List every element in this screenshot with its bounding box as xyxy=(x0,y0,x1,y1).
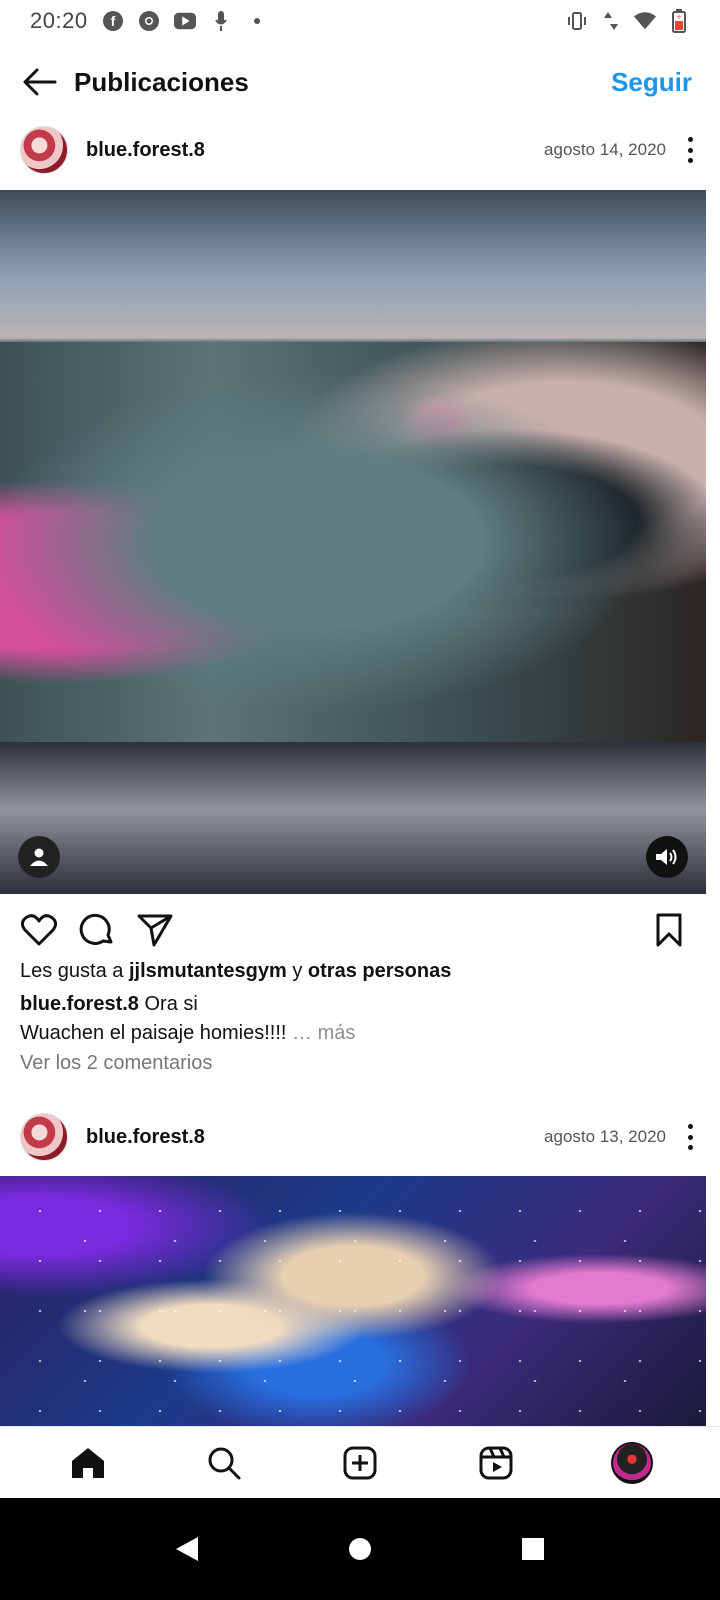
post-username[interactable]: blue.forest.8 xyxy=(86,139,544,162)
avatar[interactable] xyxy=(20,1113,68,1161)
system-recents-icon[interactable] xyxy=(503,1519,563,1579)
caption-text-line2: Wuachen el paisaje homies!!!! xyxy=(20,1022,293,1044)
bookmark-icon[interactable] xyxy=(650,911,688,949)
caption-username[interactable]: blue.forest.8 xyxy=(20,993,139,1015)
status-time: 20:20 xyxy=(30,8,88,33)
post-caption: blue.forest.8 Ora si Wuachen el paisaje … xyxy=(20,990,700,1048)
tagged-users-icon[interactable] xyxy=(18,836,60,878)
system-navigation-bar xyxy=(0,1498,720,1600)
svg-text:f: f xyxy=(110,13,115,29)
post-header-2: blue.forest.8 agosto 13, 2020 xyxy=(0,1099,720,1175)
caption-text-line1: Ora si xyxy=(138,993,198,1015)
post-username[interactable]: blue.forest.8 xyxy=(86,1126,544,1149)
vibrate-icon xyxy=(566,10,588,32)
follow-button[interactable]: Seguir xyxy=(611,67,692,98)
post-date: agosto 14, 2020 xyxy=(544,140,666,159)
battery-icon: + xyxy=(668,9,690,33)
post-media-video[interactable] xyxy=(0,190,706,894)
likes-others-link[interactable]: otras personas xyxy=(308,960,451,982)
likes-prefix: Les gusta a xyxy=(20,960,129,982)
data-arrows-icon xyxy=(600,10,622,32)
new-post-icon[interactable] xyxy=(335,1438,385,1488)
app-header: Publicaciones Seguir xyxy=(0,42,720,122)
likes-summary: Les gusta a jjlsmutantesgym y otras pers… xyxy=(20,960,451,983)
avatar xyxy=(611,1441,653,1484)
post-date: agosto 13, 2020 xyxy=(544,1127,666,1146)
avatar[interactable] xyxy=(20,126,68,174)
system-home-icon[interactable] xyxy=(330,1519,390,1579)
caption-more-link[interactable]: … más xyxy=(292,1022,355,1044)
video-frame xyxy=(0,342,706,742)
search-icon[interactable] xyxy=(199,1438,249,1488)
mic-icon xyxy=(210,10,232,32)
share-send-icon[interactable] xyxy=(136,911,174,949)
bottom-nav xyxy=(0,1426,720,1498)
status-bar: 20:20 f + xyxy=(0,0,720,42)
chrome-icon xyxy=(138,10,160,32)
system-back-icon[interactable] xyxy=(157,1519,217,1579)
likes-user-link[interactable]: jjlsmutantesgym xyxy=(129,960,287,982)
home-icon[interactable] xyxy=(63,1438,113,1488)
reels-icon[interactable] xyxy=(471,1438,521,1488)
wifi-icon xyxy=(634,10,656,32)
youtube-icon xyxy=(173,10,196,32)
post-header: blue.forest.8 agosto 14, 2020 xyxy=(0,112,720,188)
page-title: Publicaciones xyxy=(74,66,249,97)
svg-text:+: + xyxy=(676,12,681,22)
profile-tab[interactable] xyxy=(607,1438,657,1488)
comment-icon[interactable] xyxy=(78,911,116,949)
more-options-icon[interactable] xyxy=(680,135,700,165)
facebook-icon: f xyxy=(102,10,124,32)
likes-mid: y xyxy=(286,960,308,982)
post-actions xyxy=(0,904,720,956)
post-media-video-2[interactable] xyxy=(0,1176,706,1426)
volume-icon[interactable] xyxy=(646,836,688,878)
more-options-icon[interactable] xyxy=(680,1122,700,1152)
sparkle-overlay xyxy=(0,1176,706,1426)
like-heart-icon[interactable] xyxy=(20,911,58,949)
dot-icon xyxy=(246,10,268,32)
back-arrow-icon[interactable] xyxy=(20,62,60,102)
view-comments-link[interactable]: Ver los 2 comentarios xyxy=(20,1052,212,1075)
